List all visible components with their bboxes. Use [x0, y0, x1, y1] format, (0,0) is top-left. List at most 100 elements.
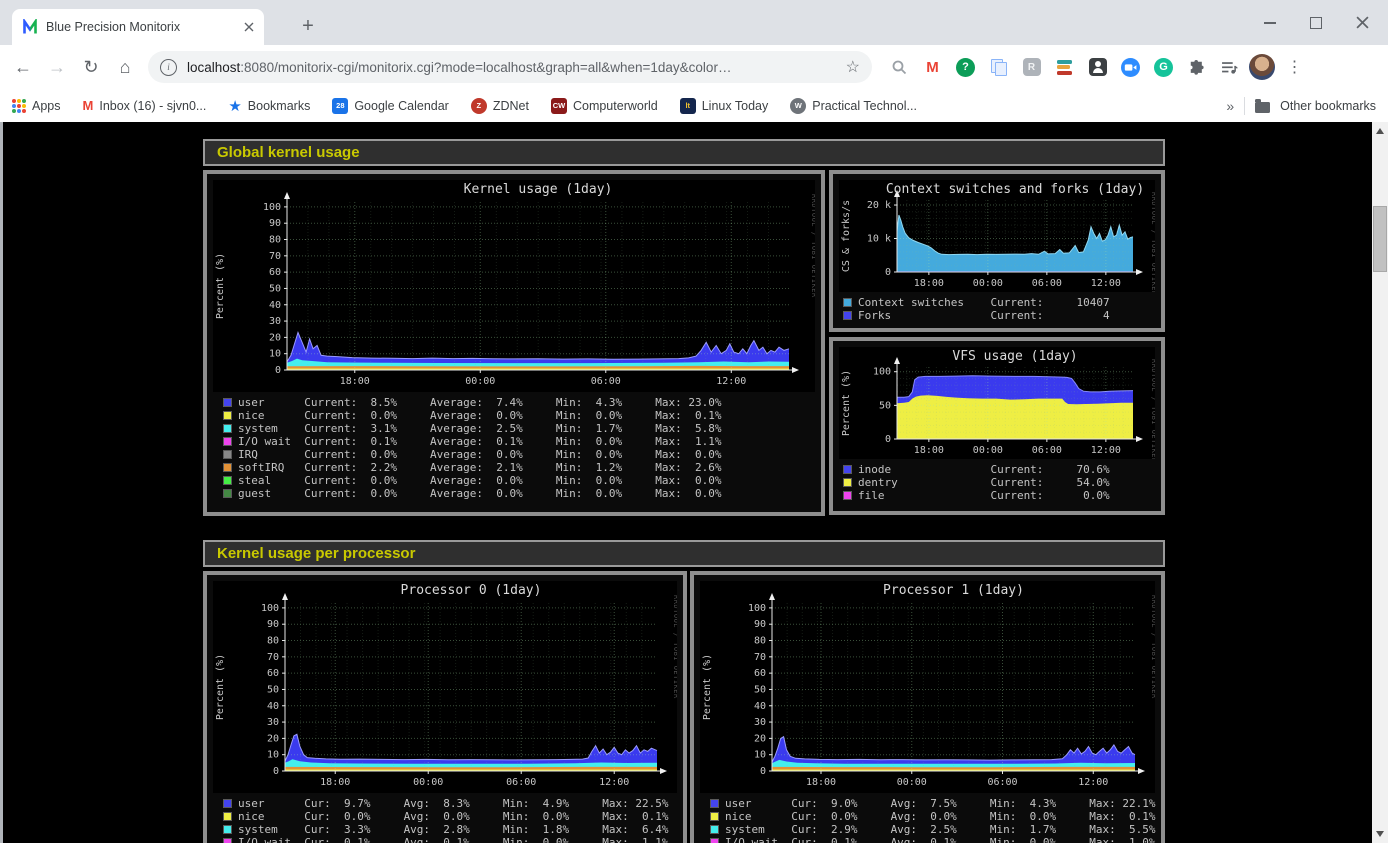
bookmark-star-icon[interactable]: ☆ — [846, 57, 860, 77]
svg-text:0: 0 — [275, 365, 281, 376]
svg-text:100: 100 — [873, 367, 891, 378]
svg-text:Context switches and forks (1: Context switches and forks (1day) — [886, 182, 1144, 197]
browser-tab[interactable]: Blue Precision Monitorix — [12, 9, 264, 45]
svg-text:00:00: 00:00 — [973, 445, 1003, 456]
legend-swatch — [223, 476, 232, 485]
legend-row: Context switches Current: 10407 — [843, 296, 1155, 309]
copy-pages-extension-icon[interactable] — [985, 54, 1012, 81]
kernel-usage-graph[interactable]: 010203040506070809010018:0000:0006:0012:… — [213, 180, 815, 392]
legend-row: system Cur: 3.3% Avg: 2.8% Min: 1.8% Max… — [223, 823, 677, 836]
svg-text:Percent (%): Percent (%) — [215, 654, 226, 720]
legend-row: user Cur: 9.7% Avg: 8.3% Min: 4.9% Max: … — [223, 797, 677, 810]
hangouts-extension-icon[interactable]: ? — [952, 54, 979, 81]
tab-close-icon[interactable] — [244, 22, 254, 32]
gmail-extension-icon[interactable]: M — [919, 54, 946, 81]
section-header-global-kernel-usage: Global kernel usage — [203, 139, 1165, 166]
vfs-usage-graph[interactable]: 05010018:0000:0006:0012:00VFS usage (1da… — [839, 347, 1155, 459]
svg-text:12:00: 12:00 — [716, 376, 746, 387]
vfs-usage-legend: inode Current: 70.6%dentry Current: 54.0… — [843, 463, 1155, 502]
svg-text:Percent (%): Percent (%) — [215, 253, 226, 319]
linux-today-icon: lt — [680, 98, 696, 114]
svg-text:10: 10 — [269, 349, 281, 360]
section-header-kernel-usage-per-processor: Kernel usage per processor — [203, 540, 1165, 567]
reading-stack-extension-icon[interactable] — [1051, 54, 1078, 81]
page-info-icon[interactable]: i — [160, 59, 177, 76]
gmail-icon: M — [83, 98, 94, 113]
scrollbar-thumb[interactable] — [1373, 206, 1387, 272]
legend-text: softIRQ Current: 2.2% Average: 2.1% Min:… — [238, 461, 721, 474]
legend-row: nice Cur: 0.0% Avg: 0.0% Min: 0.0% Max: … — [223, 810, 677, 823]
bookmark-practical-technology[interactable]: W Practical Technol... — [790, 98, 917, 114]
computerworld-icon: CW — [551, 98, 567, 114]
legend-row: nice Current: 0.0% Average: 0.0% Min: 0.… — [223, 409, 815, 422]
gray-app-extension-icon[interactable]: R — [1018, 54, 1045, 81]
legend-swatch — [223, 450, 232, 459]
bookmark-zdnet[interactable]: Z ZDNet — [471, 98, 529, 114]
legend-swatch — [223, 411, 232, 420]
svg-text:70: 70 — [269, 251, 281, 262]
bookmark-linux-today[interactable]: lt Linux Today — [680, 98, 769, 114]
svg-text:60: 60 — [269, 267, 281, 278]
svg-text:100: 100 — [748, 603, 766, 614]
bookmark-inbox[interactable]: M Inbox (16) - sjvn0... — [83, 98, 207, 113]
scrollbar-up-icon[interactable] — [1376, 128, 1384, 134]
bookmark-apps[interactable]: Apps — [12, 99, 61, 113]
maximize-button[interactable] — [1300, 8, 1332, 38]
url-text[interactable]: localhost:8080/monitorix-cgi/monitorix.c… — [187, 60, 836, 75]
legend-text: nice Current: 0.0% Average: 0.0% Min: 0.… — [238, 409, 721, 422]
page-scrollbar[interactable] — [1372, 122, 1388, 843]
minimize-button[interactable] — [1254, 8, 1286, 38]
processor-1-panel: 010203040506070809010018:0000:0006:0012:… — [690, 571, 1165, 843]
close-button[interactable] — [1346, 8, 1378, 38]
tab-strip: Blue Precision Monitorix + — [0, 0, 1388, 45]
search-extension-icon[interactable] — [886, 54, 913, 81]
forward-button[interactable]: → — [42, 52, 72, 82]
svg-text:80: 80 — [267, 636, 279, 647]
processor-0-graph[interactable]: 010203040506070809010018:0000:0006:0012:… — [213, 581, 677, 793]
dark-app-extension-icon[interactable] — [1084, 54, 1111, 81]
divider — [1244, 97, 1245, 115]
extensions-puzzle-icon[interactable] — [1183, 54, 1210, 81]
svg-text:RRDTOOL / TOBI OETIKER: RRDTOOL / TOBI OETIKER — [1150, 192, 1155, 292]
svg-text:70: 70 — [267, 652, 279, 663]
playlist-extension-icon[interactable] — [1216, 54, 1243, 81]
processor-0-panel: 010203040506070809010018:0000:0006:0012:… — [203, 571, 687, 843]
legend-text: user Cur: 9.7% Avg: 8.3% Min: 4.9% Max: … — [238, 797, 668, 810]
legend-text: system Cur: 3.3% Avg: 2.8% Min: 1.8% Max… — [238, 823, 668, 836]
legend-row: softIRQ Current: 2.2% Average: 2.1% Min:… — [223, 461, 815, 474]
legend-swatch — [843, 311, 852, 320]
bookmark-computerworld[interactable]: CW Computerworld — [551, 98, 658, 114]
legend-swatch — [223, 838, 232, 843]
other-bookmarks-label[interactable]: Other bookmarks — [1280, 99, 1376, 113]
context-switches-graph[interactable]: 010 k20 k18:0000:0006:0012:00Context swi… — [839, 180, 1155, 292]
processor-1-graph[interactable]: 010203040506070809010018:0000:0006:0012:… — [700, 581, 1155, 793]
profile-avatar[interactable] — [1249, 54, 1275, 80]
legend-swatch — [223, 812, 232, 821]
legend-swatch — [710, 825, 719, 834]
legend-swatch — [843, 465, 852, 474]
svg-text:30: 30 — [754, 717, 766, 728]
bookmark-google-calendar[interactable]: 28 Google Calendar — [332, 98, 449, 114]
back-button[interactable]: ← — [8, 52, 38, 82]
bookmarks-overflow-chevron[interactable]: » — [1226, 98, 1234, 114]
legend-text: I/O wait Cur: 0.1% Avg: 0.1% Min: 0.0% M… — [725, 836, 1155, 843]
browser-menu-icon[interactable]: ⋮ — [1281, 54, 1308, 81]
scrollbar-down-icon[interactable] — [1376, 831, 1384, 837]
svg-text:Processor 1 (1day): Processor 1 (1day) — [883, 583, 1024, 598]
new-tab-button[interactable]: + — [294, 12, 322, 40]
grammarly-extension-icon[interactable]: G — [1150, 54, 1177, 81]
apps-grid-icon — [12, 99, 26, 113]
wordpress-icon: W — [790, 98, 806, 114]
svg-text:90: 90 — [754, 619, 766, 630]
home-button[interactable]: ⌂ — [110, 52, 140, 82]
kernel-usage-legend: user Current: 8.5% Average: 7.4% Min: 4.… — [223, 396, 815, 500]
svg-text:RRDTOOL / TOBI OETIKER: RRDTOOL / TOBI OETIKER — [810, 194, 815, 298]
bookmark-bookmarks[interactable]: ★ Bookmarks — [228, 97, 310, 115]
zoom-extension-icon[interactable] — [1117, 54, 1144, 81]
svg-text:RRDTOOL / TOBI OETIKER: RRDTOOL / TOBI OETIKER — [1150, 595, 1155, 699]
address-bar[interactable]: i localhost:8080/monitorix-cgi/monitorix… — [148, 51, 872, 83]
legend-row: inode Current: 70.6% — [843, 463, 1155, 476]
reload-button[interactable]: ↻ — [76, 52, 106, 82]
svg-text:20: 20 — [754, 733, 766, 744]
legend-text: guest Current: 0.0% Average: 0.0% Min: 0… — [238, 487, 721, 500]
